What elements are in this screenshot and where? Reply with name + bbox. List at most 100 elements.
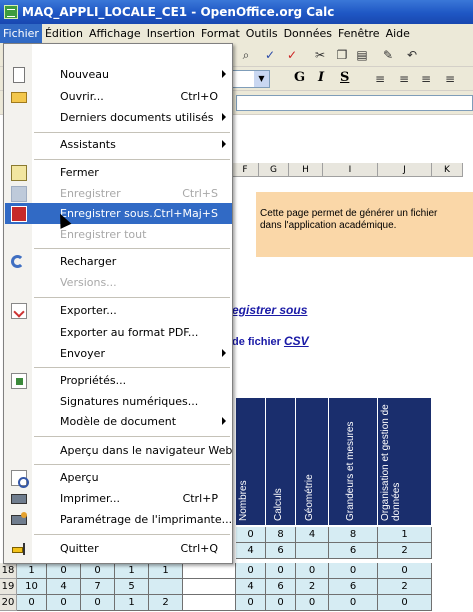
grid-cell[interactable]: 0 [296, 595, 329, 611]
grid-cell[interactable]: 2 [378, 579, 432, 595]
grid-cell[interactable] [183, 595, 236, 611]
grid-cell[interactable]: 0 [266, 595, 296, 611]
grid-cell[interactable]: 6 [329, 543, 378, 559]
grid-cell[interactable]: 0 [47, 563, 81, 579]
menu-insertion[interactable]: Insertion [144, 24, 198, 43]
grid-cell[interactable]: 0 [236, 595, 266, 611]
menu-item-proprietes[interactable]: Propriétés... [5, 370, 232, 391]
menu-item-quitter[interactable]: Quitter Ctrl+Q [5, 538, 232, 559]
paste-icon[interactable]: ▤ [354, 47, 370, 63]
column-header-g[interactable]: G [259, 163, 289, 177]
column-header-f[interactable]: F [232, 163, 259, 177]
grid-cell[interactable]: 4 [47, 579, 81, 595]
menu-item-nouveau[interactable]: Nouveau [5, 64, 232, 85]
grid-cell[interactable] [149, 579, 183, 595]
menu-item-enregistrer-sous[interactable]: Enregistrer sous... Ctrl+Maj+S [5, 203, 232, 224]
save-as-link[interactable]: egistrer sous [232, 303, 307, 317]
grid-cell[interactable]: 0 [296, 563, 329, 579]
grid-cell[interactable]: 4 [236, 579, 266, 595]
grid-cell[interactable]: 0 [47, 595, 81, 611]
csv-link[interactable]: CSV [284, 334, 309, 348]
grid-cell[interactable]: 0 [81, 595, 115, 611]
grid-cell[interactable]: 7 [81, 579, 115, 595]
grid-cell[interactable]: 8 [266, 527, 296, 543]
align-center-icon[interactable]: ≡ [396, 71, 412, 87]
grid-cell[interactable]: 2 [149, 595, 183, 611]
menu-donnees[interactable]: Données [281, 24, 335, 43]
grid-cell[interactable]: 5 [115, 579, 149, 595]
menu-fenetre[interactable]: Fenêtre [335, 24, 383, 43]
menu-separator [34, 534, 230, 535]
menu-item-ouvrir[interactable]: Ouvrir... Ctrl+O [5, 86, 232, 107]
column-header-i[interactable]: I [323, 163, 378, 177]
menu-item-derniers-documents[interactable]: Derniers documents utilisés [5, 107, 232, 128]
row-header[interactable]: 19 [0, 579, 17, 595]
grid-cell[interactable]: 1 [17, 563, 47, 579]
menu-item-imprimer[interactable]: Imprimer... Ctrl+P [5, 488, 232, 509]
column-header-j[interactable]: J [378, 163, 432, 177]
menu-edition[interactable]: Édition [42, 24, 86, 43]
grid-cell[interactable] [183, 579, 236, 595]
grid-cell[interactable]: 0 [236, 563, 266, 579]
grid-cell[interactable]: 0 [329, 563, 378, 579]
row-header[interactable]: 18 [0, 563, 17, 579]
grid-cell[interactable]: 1 [115, 595, 149, 611]
format-paintbrush-icon[interactable]: ✎ [380, 47, 396, 63]
formula-input[interactable] [236, 95, 473, 111]
grid-cell[interactable]: 0 [236, 527, 266, 543]
menu-aide[interactable]: Aide [383, 24, 413, 43]
align-right-icon[interactable]: ≡ [418, 71, 434, 87]
font-size-combo[interactable]: ▼ [232, 70, 270, 88]
grid-cell[interactable]: 6 [266, 543, 296, 559]
grid-cell[interactable] [183, 563, 236, 579]
bold-button[interactable]: G [294, 70, 305, 85]
menu-affichage[interactable]: Affichage [86, 24, 144, 43]
column-header-h[interactable]: H [289, 163, 323, 177]
menu-item-exporter-pdf[interactable]: Exporter au format PDF... [5, 322, 232, 343]
chevron-down-icon[interactable]: ▼ [254, 71, 269, 87]
menu-item-assistants[interactable]: Assistants [5, 134, 232, 155]
grid-cell[interactable]: 0 [378, 595, 432, 611]
underline-button[interactable]: S [340, 70, 349, 85]
grid-cell[interactable]: 0 [266, 563, 296, 579]
menu-item-envoyer[interactable]: Envoyer [5, 343, 232, 364]
italic-button[interactable]: I [318, 70, 324, 85]
grid-cell[interactable]: 4 [236, 543, 266, 559]
justify-icon[interactable]: ≡ [442, 71, 458, 87]
spellcheck-icon[interactable]: ✓ [262, 47, 278, 63]
grid-cell[interactable]: 0 [329, 595, 378, 611]
menu-item-exporter[interactable]: Exporter... [5, 300, 232, 321]
menu-fichier[interactable]: Fichier [0, 24, 42, 43]
menu-outils[interactable]: Outils [243, 24, 281, 43]
undo-icon[interactable]: ↶ [404, 47, 420, 63]
column-header-k[interactable]: K [432, 163, 463, 177]
cut-icon[interactable]: ✂ [312, 47, 328, 63]
grid-cell[interactable]: 1 [115, 563, 149, 579]
autospell-icon[interactable]: ✓ [284, 47, 300, 63]
row-header[interactable]: 20 [0, 595, 17, 611]
menu-item-modele-document[interactable]: Modèle de document [5, 411, 232, 432]
grid-cell[interactable]: 0 [378, 563, 432, 579]
grid-cell[interactable]: 0 [17, 595, 47, 611]
grid-cell[interactable]: 8 [329, 527, 378, 543]
grid-cell[interactable]: 0 [81, 563, 115, 579]
grid-cell[interactable]: 2 [296, 579, 329, 595]
menu-format[interactable]: Format [198, 24, 243, 43]
grid-cell[interactable]: 10 [17, 579, 47, 595]
grid-cell[interactable] [296, 543, 329, 559]
grid-cell[interactable]: 1 [149, 563, 183, 579]
copy-icon[interactable]: ❐ [334, 47, 350, 63]
menu-item-fermer[interactable]: Fermer [5, 162, 232, 183]
grid-cell[interactable]: 2 [378, 543, 432, 559]
grid-cell[interactable]: 6 [266, 579, 296, 595]
zoom-icon[interactable]: ⌕ [238, 47, 254, 63]
grid-cell[interactable]: 1 [378, 527, 432, 543]
menu-item-apercu[interactable]: Aperçu [5, 467, 232, 488]
grid-cell[interactable]: 4 [296, 527, 329, 543]
menu-item-signatures[interactable]: Signatures numériques... [5, 391, 232, 412]
menu-item-recharger[interactable]: Recharger [5, 251, 232, 272]
align-left-icon[interactable]: ≡ [372, 71, 388, 87]
menu-item-parametrage-imprimante[interactable]: Paramétrage de l'imprimante... [5, 509, 232, 530]
grid-cell[interactable]: 6 [329, 579, 378, 595]
menu-item-apercu-navigateur[interactable]: Aperçu dans le navigateur Web [5, 440, 232, 461]
